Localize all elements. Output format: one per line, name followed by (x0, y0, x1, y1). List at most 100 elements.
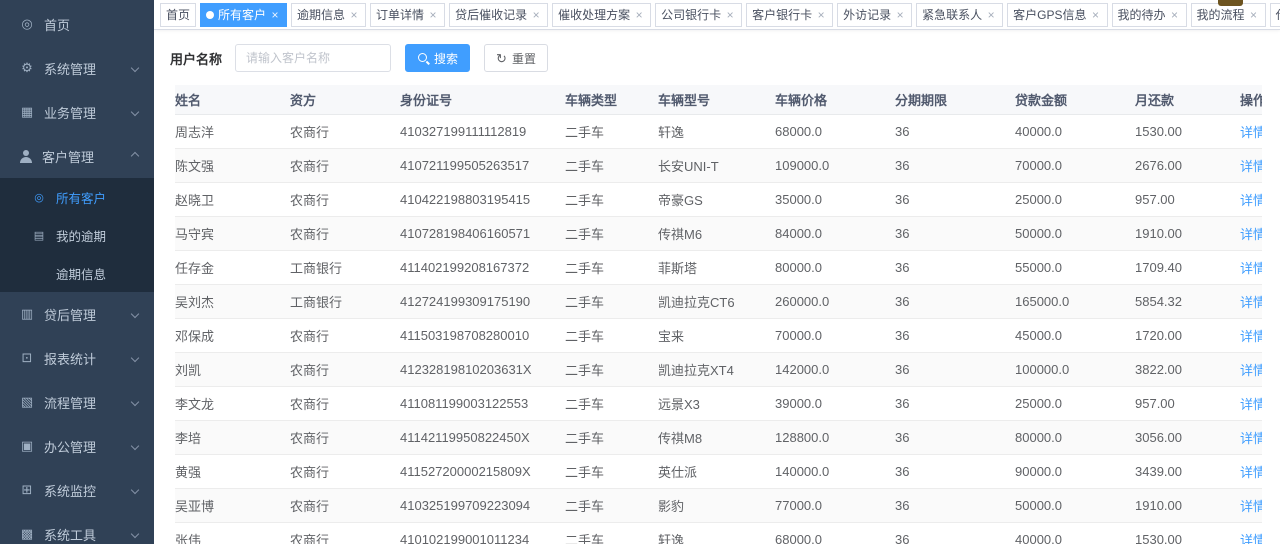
sidebar-item-label: 系统工具 (44, 525, 96, 544)
cell-monthly-payment: 3056.00 (1135, 420, 1240, 454)
monitor-icon: ⊞ (19, 482, 35, 498)
cell-loan-amount: 100000.0 (1015, 352, 1135, 386)
table-row: 刘凯农商行41232819810203631X二手车凯迪拉克XT4142000.… (175, 352, 1262, 386)
tab-collection-records[interactable]: 贷后催收记录× (449, 3, 548, 27)
sidebar-item-system[interactable]: ⚙系统管理 (0, 46, 154, 90)
cell-installment-term: 36 (895, 250, 1015, 284)
tab-close-icon[interactable]: × (1169, 9, 1181, 21)
tab-my-todo[interactable]: 我的待办× (1112, 3, 1187, 27)
detail-link[interactable]: 详情 (1240, 261, 1262, 276)
detail-link[interactable]: 详情 (1240, 363, 1262, 378)
tab-close-icon[interactable]: × (1090, 9, 1102, 21)
detail-link[interactable]: 详情 (1240, 465, 1262, 480)
detail-link[interactable]: 详情 (1240, 159, 1262, 174)
tab-all-customers[interactable]: 所有客户× (200, 3, 287, 27)
sidebar-item-office[interactable]: ▣办公管理 (0, 424, 154, 468)
cell-loan-amount: 80000.0 (1015, 420, 1135, 454)
cell-vehicle-price: 68000.0 (775, 522, 895, 544)
detail-link[interactable]: 详情 (1240, 295, 1262, 310)
reset-button[interactable]: ↻ 重置 (484, 44, 548, 72)
tab-close-icon[interactable]: × (348, 9, 360, 21)
detail-link[interactable]: 详情 (1240, 499, 1262, 514)
cell-loan-amount: 55000.0 (1015, 250, 1135, 284)
sidebar-item-overdue-info[interactable]: 逾期信息 (0, 254, 154, 292)
cell-installment-term: 36 (895, 216, 1015, 250)
cell-funder: 工商银行 (290, 250, 400, 284)
tab-close-icon[interactable]: × (427, 9, 439, 21)
tab-collection-plan[interactable]: 催收处理方案× (552, 3, 651, 27)
cell-loan-amount: 45000.0 (1015, 318, 1135, 352)
cell-id-number: 412724199309175190 (400, 284, 565, 318)
cell-vehicle-model: 影豹 (658, 488, 775, 522)
tab-close-icon[interactable]: × (815, 9, 827, 21)
tab-company-bank-card[interactable]: 公司银行卡× (655, 3, 742, 27)
tab-close-icon[interactable]: × (724, 9, 736, 21)
detail-link[interactable]: 详情 (1240, 397, 1262, 412)
sidebar-item-monitor[interactable]: ⊞系统监控 (0, 468, 154, 512)
cell-loan-amount: 25000.0 (1015, 182, 1135, 216)
column-header-loan-amount: 贷款金额 (1015, 85, 1135, 114)
sidebar-item-post-loan[interactable]: ▥贷后管理 (0, 292, 154, 336)
table-row-partial: 张伟农商行410102199001011234二手车轩逸68000.036400… (175, 522, 1262, 544)
tab-home[interactable]: 首页 (160, 3, 196, 27)
cell-loan-amount: 70000.0 (1015, 148, 1135, 182)
cell-funder: 农商行 (290, 148, 400, 182)
chevron-down-icon (131, 530, 139, 538)
column-header-vehicle-price: 车辆价格 (775, 85, 895, 114)
tab-close-icon[interactable]: × (985, 9, 997, 21)
tab-close-icon[interactable]: × (530, 9, 542, 21)
detail-link[interactable]: 详情 (1240, 431, 1262, 446)
tab-close-icon[interactable]: × (633, 9, 645, 21)
tab-overdue-info[interactable]: 逾期信息× (291, 3, 366, 27)
cell-vehicle-price: 260000.0 (775, 284, 895, 318)
sidebar-item-my-overdue[interactable]: ▤我的逾期 (0, 216, 154, 254)
sidebar-item-tools[interactable]: ▩系统工具 (0, 512, 154, 544)
tab-close-icon[interactable]: × (1248, 9, 1260, 21)
cell-installment-term: 36 (895, 182, 1015, 216)
cell-action: 详情 (1240, 522, 1262, 544)
sidebar-item-all-customers[interactable]: ◎所有客户 (0, 178, 154, 216)
detail-link[interactable]: 详情 (1240, 329, 1262, 344)
detail-link[interactable]: 详情 (1240, 533, 1262, 544)
tab-customer-bank-card[interactable]: 客户银行卡× (746, 3, 833, 27)
cell-action: 详情 (1240, 216, 1262, 250)
tab-close-icon[interactable]: × (894, 9, 906, 21)
sidebar-item-label: 业务管理 (44, 103, 96, 122)
tab-my-process[interactable]: 我的流程× (1191, 3, 1266, 27)
cell-funder: 农商行 (290, 488, 400, 522)
tab-order-detail[interactable]: 订单详情× (370, 3, 445, 27)
tab-close-icon[interactable]: × (269, 9, 281, 21)
cell-loan-amount: 40000.0 (1015, 522, 1135, 544)
cell-funder: 农商行 (290, 454, 400, 488)
cell-vehicle-model: 传祺M6 (658, 216, 775, 250)
grid-icon: ▦ (19, 104, 35, 120)
tab-emergency-contacts[interactable]: 紧急联系人× (916, 3, 1003, 27)
cell-vehicle-type: 二手车 (565, 488, 658, 522)
table-row: 任存金工商银行411402199208167372二手车菲斯塔80000.036… (175, 250, 1262, 284)
tab-label: 外访记录 (843, 6, 891, 23)
detail-link[interactable]: 详情 (1240, 125, 1262, 140)
column-header-installment-term: 分期期限 (895, 85, 1015, 114)
sidebar-item-reports[interactable]: ⊡报表统计 (0, 336, 154, 380)
sidebar-item-process[interactable]: ▧流程管理 (0, 380, 154, 424)
sidebar-item-home[interactable]: ◎首页 (0, 2, 154, 46)
sidebar-item-business[interactable]: ▦ 业务管理 (0, 90, 154, 134)
detail-link[interactable]: 详情 (1240, 227, 1262, 242)
cell-name: 张伟 (175, 522, 290, 544)
cell-funder: 农商行 (290, 352, 400, 386)
detail-link[interactable]: 详情 (1240, 193, 1262, 208)
card-icon: ▤ (31, 229, 47, 242)
search-button[interactable]: 搜索 (405, 44, 470, 72)
avatar-fragment[interactable] (1218, 0, 1243, 6)
tab-sign-tasks[interactable]: 代签任务× (1270, 3, 1280, 27)
tab-customer-gps[interactable]: 客户GPS信息× (1007, 3, 1107, 27)
cell-action: 详情 (1240, 114, 1262, 148)
cell-monthly-payment: 957.00 (1135, 182, 1240, 216)
table-row: 黄强农商行41152720000215809X二手车英仕派140000.0369… (175, 454, 1262, 488)
customer-name-input[interactable] (235, 44, 391, 72)
sidebar-item-customer[interactable]: 客户管理 (0, 134, 154, 178)
tab-visit-records[interactable]: 外访记录× (837, 3, 912, 27)
dashboard-icon: ◎ (19, 16, 35, 32)
sidebar-item-label: 办公管理 (44, 437, 96, 456)
table-header-row: 姓名资方身份证号车辆类型车辆型号车辆价格分期期限贷款金额月还款操作 (175, 85, 1262, 114)
